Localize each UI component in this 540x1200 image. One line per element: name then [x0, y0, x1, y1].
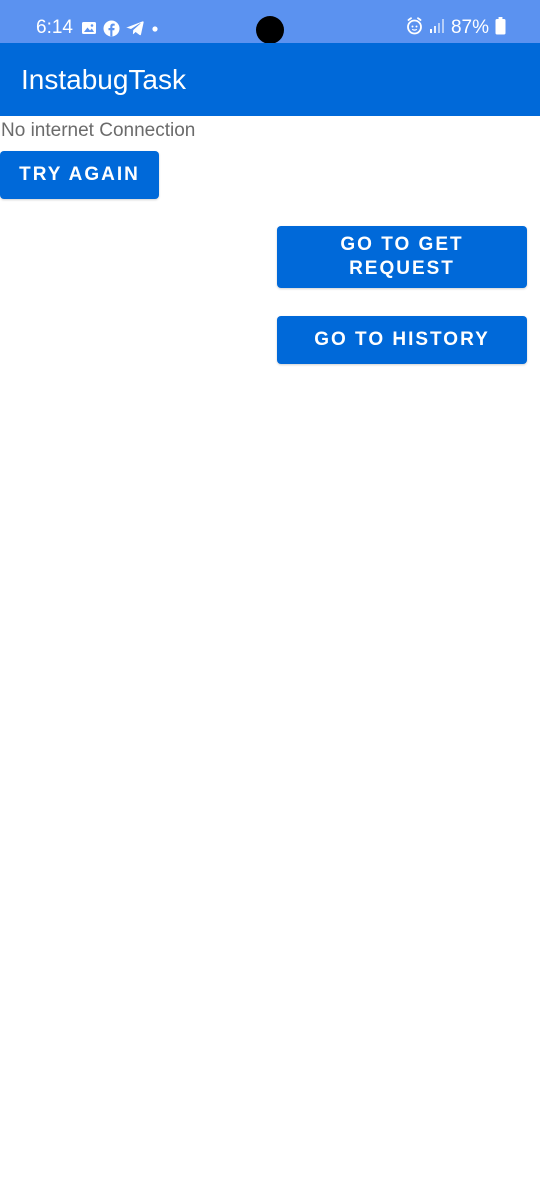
battery-percent: 87% — [450, 17, 489, 38]
system-status-icons: 87% — [406, 16, 506, 40]
alarm-icon — [406, 16, 423, 40]
notification-icons — [81, 17, 160, 39]
facebook-icon — [103, 20, 120, 37]
dot-icon — [150, 20, 160, 36]
app-bar: InstabugTask — [0, 43, 540, 116]
app-title: InstabugTask — [21, 64, 186, 95]
connection-status-message: No internet Connection — [1, 120, 196, 141]
status-time: 6:14 — [36, 17, 73, 38]
battery-icon — [495, 16, 506, 40]
camera-cutout — [256, 16, 284, 44]
try-again-button[interactable]: TRY AGAIN — [0, 151, 159, 199]
app-screen: 6:14 87% InstabugTask No internet Connec… — [0, 0, 540, 1200]
signal-icon — [429, 18, 445, 39]
gallery-icon — [81, 20, 97, 36]
status-bar: 6:14 87% — [0, 0, 540, 44]
go-to-history-button[interactable]: GO TO HISTORY — [277, 316, 527, 364]
telegram-icon — [126, 20, 144, 36]
go-to-get-request-button[interactable]: GO TO GET REQUEST — [277, 226, 527, 288]
